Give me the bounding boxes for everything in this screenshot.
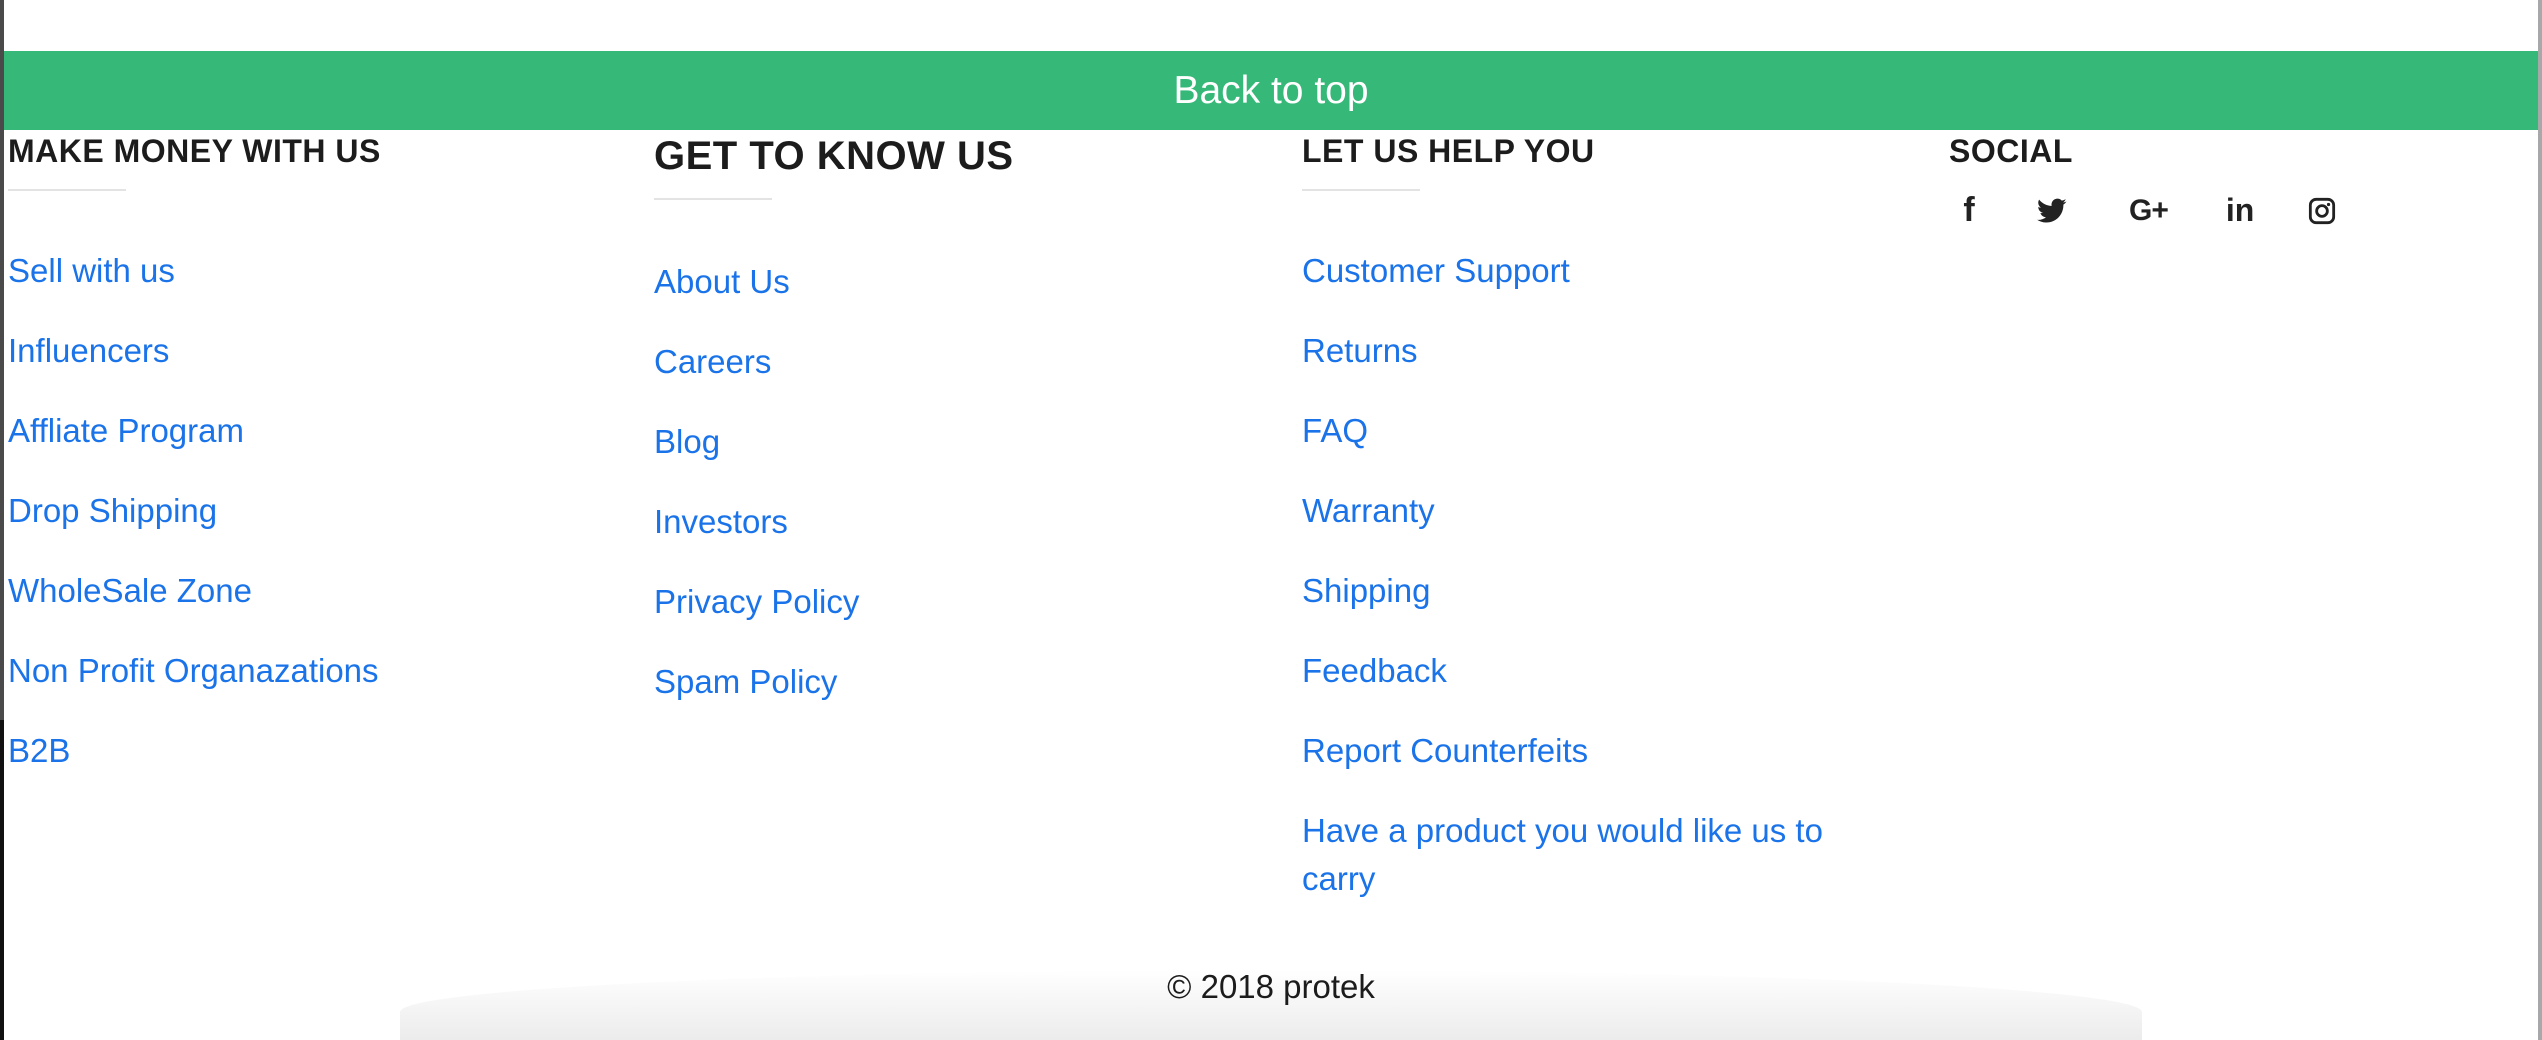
social-icons-row: f G+ in bbox=[1949, 191, 2336, 230]
link-feedback[interactable]: Feedback bbox=[1302, 647, 1862, 695]
link-warranty[interactable]: Warranty bbox=[1302, 487, 1862, 535]
heading-divider bbox=[654, 198, 772, 200]
back-to-top-button[interactable]: Back to top bbox=[4, 51, 2538, 130]
link-product-suggestion[interactable]: Have a product you would like us to carr… bbox=[1302, 807, 1862, 903]
column-heading-get-to-know: GET TO KNOW US bbox=[654, 134, 1014, 178]
make-money-links: Sell with us Influencers Affliate Progra… bbox=[8, 247, 381, 775]
link-affiliate-program[interactable]: Affliate Program bbox=[8, 407, 381, 455]
link-blog[interactable]: Blog bbox=[654, 418, 1014, 466]
copyright-text: © 2018 protek bbox=[1167, 968, 1375, 1005]
instagram-icon[interactable] bbox=[2308, 197, 2336, 225]
link-non-profit-organizations[interactable]: Non Profit Organazations bbox=[8, 647, 381, 695]
link-about-us[interactable]: About Us bbox=[654, 258, 1014, 306]
twitter-icon[interactable] bbox=[2037, 198, 2067, 224]
linkedin-icon[interactable]: in bbox=[2226, 192, 2254, 229]
link-shipping[interactable]: Shipping bbox=[1302, 567, 1862, 615]
link-report-counterfeits[interactable]: Report Counterfeits bbox=[1302, 727, 1862, 775]
link-influencers[interactable]: Influencers bbox=[8, 327, 381, 375]
link-b2b[interactable]: B2B bbox=[8, 727, 381, 775]
google-plus-icon[interactable]: G+ bbox=[2129, 194, 2169, 228]
column-heading-help: LET US HELP YOU bbox=[1302, 133, 1595, 169]
footer-column-get-to-know: GET TO KNOW US About Us Careers Blog Inv… bbox=[654, 130, 1014, 738]
link-spam-policy[interactable]: Spam Policy bbox=[654, 658, 1014, 706]
heading-divider bbox=[8, 189, 126, 191]
get-to-know-links: About Us Careers Blog Investors Privacy … bbox=[654, 258, 1014, 706]
window-left-edge bbox=[0, 0, 4, 1040]
link-investors[interactable]: Investors bbox=[654, 498, 1014, 546]
footer-column-social: SOCIAL f G+ in bbox=[1949, 130, 2336, 230]
link-faq[interactable]: FAQ bbox=[1302, 407, 1862, 455]
link-drop-shipping[interactable]: Drop Shipping bbox=[8, 487, 381, 535]
link-sell-with-us[interactable]: Sell with us bbox=[8, 247, 381, 295]
link-careers[interactable]: Careers bbox=[654, 338, 1014, 386]
heading-divider bbox=[1302, 189, 1420, 191]
link-privacy-policy[interactable]: Privacy Policy bbox=[654, 578, 1014, 626]
footer-column-make-money: MAKE MONEY WITH US Sell with us Influenc… bbox=[8, 130, 381, 807]
link-wholesale-zone[interactable]: WholeSale Zone bbox=[8, 567, 381, 615]
column-heading-make-money: MAKE MONEY WITH US bbox=[8, 133, 381, 169]
footer-column-help: LET US HELP YOU Customer Support Returns… bbox=[1302, 130, 1862, 935]
help-links: Customer Support Returns FAQ Warranty Sh… bbox=[1302, 247, 1862, 903]
window-right-edge bbox=[2538, 0, 2542, 1040]
column-heading-social: SOCIAL bbox=[1949, 133, 2073, 169]
facebook-icon[interactable]: f bbox=[1957, 191, 1981, 230]
link-returns[interactable]: Returns bbox=[1302, 327, 1862, 375]
link-customer-support[interactable]: Customer Support bbox=[1302, 247, 1862, 295]
